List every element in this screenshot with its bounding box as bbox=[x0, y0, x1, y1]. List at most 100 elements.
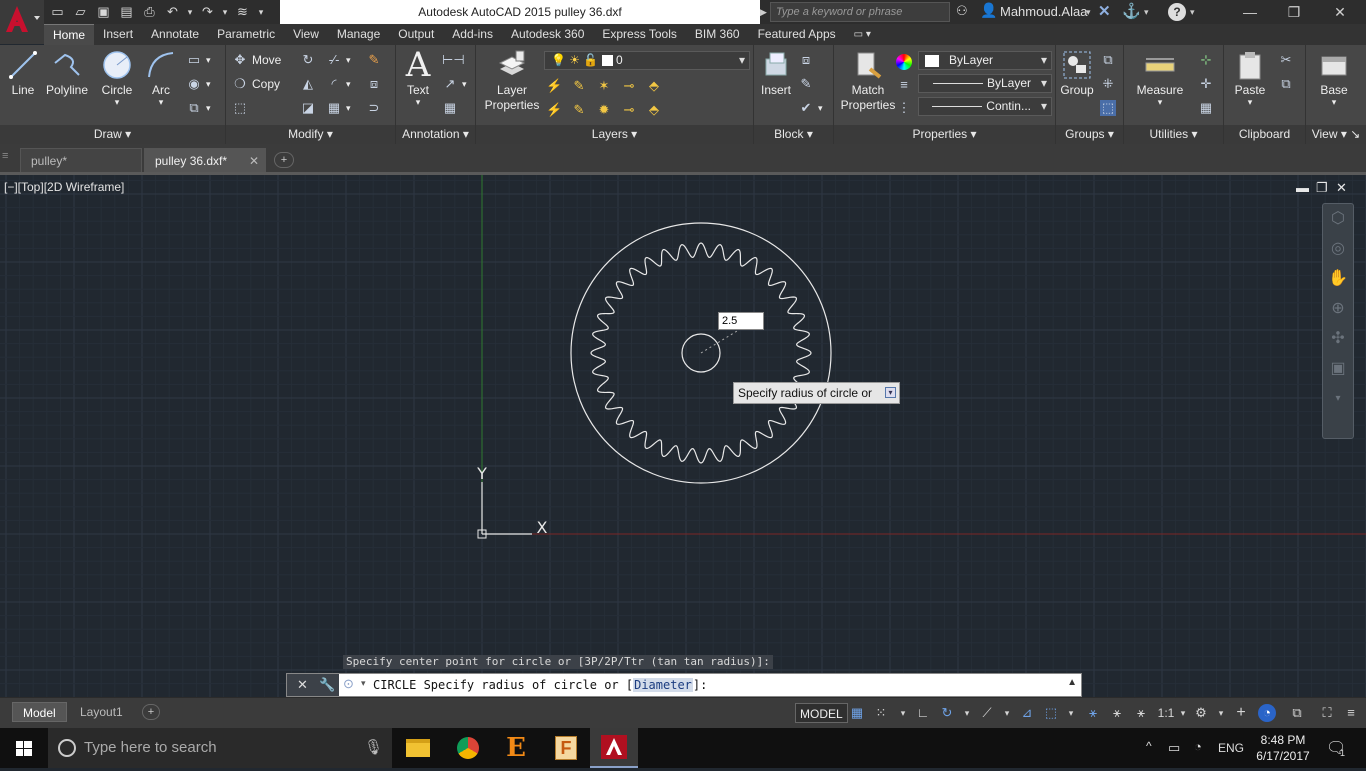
isometric-dropdown-icon[interactable]: ▾ bbox=[998, 704, 1016, 722]
layer-delete-icon[interactable]: ⬘ bbox=[646, 102, 662, 118]
match-properties-button[interactable]: Match Properties bbox=[838, 49, 898, 113]
tab-insert[interactable]: Insert bbox=[94, 24, 142, 45]
close-icon[interactable]: ✕ bbox=[1318, 0, 1362, 24]
fillet-button[interactable]: ◜ ▾ bbox=[326, 73, 350, 95]
panel-title-layers[interactable]: Layers ▾ bbox=[476, 125, 753, 144]
tooltip-options-icon[interactable]: ▾ bbox=[885, 387, 896, 398]
stretch-button[interactable]: ⬚ bbox=[232, 97, 248, 119]
hatch-button[interactable]: ◉ ▾ bbox=[186, 73, 211, 95]
new-icon[interactable]: ▭ bbox=[46, 2, 69, 22]
tab-manage[interactable]: Manage bbox=[328, 24, 389, 45]
model-space[interactable]: Y X bbox=[0, 175, 1366, 697]
copy-clip-button[interactable]: ⧉ bbox=[1278, 73, 1294, 95]
table-button[interactable]: ▦ bbox=[442, 97, 458, 119]
lineweight-dropdown[interactable]: ByLayer bbox=[918, 74, 1052, 93]
measure-button[interactable]: Measure ▾ bbox=[1132, 49, 1188, 107]
panel-title-modify[interactable]: Modify ▾ bbox=[226, 125, 395, 144]
edit-attributes-button[interactable]: ✔ ▾ bbox=[798, 97, 823, 119]
ribbon-minimize-icon[interactable]: ▭ ▾ bbox=[845, 24, 880, 45]
viewport-minimize-icon[interactable]: ▬ bbox=[1296, 180, 1309, 195]
annotation-scale-icon[interactable]: ⚹ bbox=[1132, 704, 1150, 722]
workspace-switching-icon[interactable]: ⚙ bbox=[1192, 704, 1210, 722]
color-dropdown[interactable]: ByLayer bbox=[918, 51, 1052, 70]
command-prompt[interactable]: CIRCLE Specify radius of circle or [Diam… bbox=[373, 674, 707, 696]
auto-scale-icon[interactable]: ⚹ bbox=[1108, 704, 1126, 722]
array-dropdown-icon[interactable]: ▾ bbox=[346, 103, 351, 114]
tab-add-ins[interactable]: Add-ins bbox=[443, 24, 502, 45]
status-customize-icon[interactable]: ≡ bbox=[1342, 704, 1360, 722]
search-expand-icon[interactable]: ▶ bbox=[760, 0, 770, 24]
annotation-visibility-icon[interactable]: ⚹ bbox=[1084, 704, 1102, 722]
help-dropdown-icon[interactable]: ▾ bbox=[1190, 0, 1195, 24]
tab-parametric[interactable]: Parametric bbox=[208, 24, 284, 45]
qat-customize-icon[interactable]: ▾ bbox=[254, 2, 268, 22]
undo-icon[interactable]: ↶ bbox=[161, 2, 184, 22]
navbar-menu-icon[interactable]: ▾ bbox=[1323, 384, 1353, 414]
application-menu-button[interactable] bbox=[0, 0, 44, 44]
viewport-restore-icon[interactable]: ❐ bbox=[1316, 180, 1328, 196]
model-space-button[interactable]: MODEL bbox=[795, 703, 848, 723]
viewport-close-icon[interactable]: ✕ bbox=[1336, 180, 1347, 196]
showmotion-icon[interactable]: ▣ bbox=[1323, 354, 1353, 384]
ortho-mode-icon[interactable]: ∟ bbox=[914, 704, 932, 722]
layer-properties-button[interactable]: Layer Properties bbox=[482, 49, 542, 113]
layer-match-icon[interactable]: ✎ bbox=[571, 78, 587, 94]
edit-attributes-dropdown-icon[interactable]: ▾ bbox=[818, 103, 823, 114]
arc-dropdown-icon[interactable]: ▾ bbox=[142, 98, 180, 107]
binoculars-icon[interactable]: ⚇ bbox=[956, 3, 974, 21]
viewcube-icon[interactable]: ⬡ bbox=[1323, 204, 1353, 234]
clean-screen-icon[interactable]: ⛶ bbox=[1318, 704, 1336, 722]
command-customize-wrench-icon[interactable]: 🔧 bbox=[319, 677, 335, 693]
print-icon[interactable]: ⎙ bbox=[138, 2, 161, 22]
tab-bim-360[interactable]: BIM 360 bbox=[686, 24, 749, 45]
zoom-icon[interactable]: ⊕ bbox=[1323, 294, 1353, 324]
panel-title-utilities[interactable]: Utilities ▾ bbox=[1124, 125, 1223, 144]
viewport-controls-label[interactable]: [−][Top][2D Wireframe] bbox=[4, 180, 124, 194]
explode-button[interactable]: ⧈ bbox=[366, 73, 382, 95]
annotation-monitor-icon[interactable]: + bbox=[1232, 704, 1250, 722]
undo-dropdown-icon[interactable]: ▾ bbox=[184, 2, 196, 22]
ungroup-button[interactable]: ⧉ bbox=[1100, 49, 1116, 71]
snap-mode-icon[interactable]: ⁙ bbox=[872, 704, 890, 722]
steering-wheel-icon[interactable]: ◎ bbox=[1323, 234, 1353, 264]
tab-view[interactable]: View bbox=[284, 24, 328, 45]
doc-tab-pulley[interactable]: pulley* bbox=[20, 148, 142, 172]
isolate-objects-icon[interactable]: ◔ bbox=[1258, 704, 1276, 722]
layer-lock-tool-icon[interactable]: ⊸ bbox=[621, 102, 637, 118]
workspace-dropdown-icon[interactable]: ▾ bbox=[1212, 704, 1230, 722]
color-wheel-button[interactable] bbox=[896, 51, 912, 73]
leader-button[interactable]: ↗ ▾ bbox=[442, 73, 467, 95]
start-button[interactable] bbox=[0, 728, 48, 768]
a360-icon[interactable]: ⚓ bbox=[1122, 2, 1141, 20]
circle-dropdown-icon[interactable]: ▾ bbox=[96, 98, 138, 107]
group-selection-button[interactable]: ⬚ bbox=[1100, 97, 1116, 119]
redo-icon[interactable]: ↷ bbox=[196, 2, 219, 22]
tab-featured-apps[interactable]: Featured Apps bbox=[749, 24, 845, 45]
save-icon[interactable]: ▣ bbox=[92, 2, 115, 22]
scale-button[interactable]: ◪ bbox=[300, 97, 316, 119]
linetype-dropdown[interactable]: Contin... bbox=[918, 97, 1052, 116]
add-layout-icon[interactable]: + bbox=[142, 704, 160, 720]
redo-dropdown-icon[interactable]: ▾ bbox=[219, 2, 231, 22]
hatch-dropdown-icon[interactable]: ▾ bbox=[206, 79, 211, 90]
polar-tracking-icon[interactable]: ↻ bbox=[938, 704, 956, 722]
panel-title-properties[interactable]: Properties ▾ bbox=[834, 125, 1055, 144]
object-snap-icon[interactable]: ⬚ bbox=[1042, 704, 1060, 722]
wifi-icon[interactable]: ◔ bbox=[1194, 739, 1202, 754]
id-point-button[interactable]: ✛ bbox=[1198, 73, 1214, 95]
layer-freeze-tool-icon[interactable]: ✹ bbox=[596, 102, 612, 118]
user-dropdown-icon[interactable]: ▾ bbox=[1086, 0, 1091, 24]
layer-walk-icon[interactable]: ⚡ bbox=[546, 102, 562, 118]
orbit-icon[interactable]: ✣ bbox=[1323, 324, 1353, 354]
command-history-expand-icon[interactable]: ▲ bbox=[1067, 677, 1077, 688]
rectangle-dropdown-icon[interactable]: ▾ bbox=[206, 55, 211, 66]
f-app[interactable]: F bbox=[542, 728, 590, 768]
new-tab-icon[interactable]: + bbox=[274, 152, 294, 168]
group-edit-button[interactable]: ⁜ bbox=[1100, 73, 1116, 95]
layer-dropdown[interactable]: 💡 ☀ 🔓 0 bbox=[544, 51, 750, 70]
user-icon[interactable]: 👤 bbox=[980, 2, 998, 20]
mirror-button[interactable]: ◭ bbox=[300, 73, 316, 95]
object-snap-dropdown-icon[interactable]: ▾ bbox=[1062, 704, 1080, 722]
boundary-button[interactable]: ⧉ ▾ bbox=[186, 97, 210, 119]
dynamic-radius-input[interactable]: 2.5 bbox=[718, 312, 764, 330]
